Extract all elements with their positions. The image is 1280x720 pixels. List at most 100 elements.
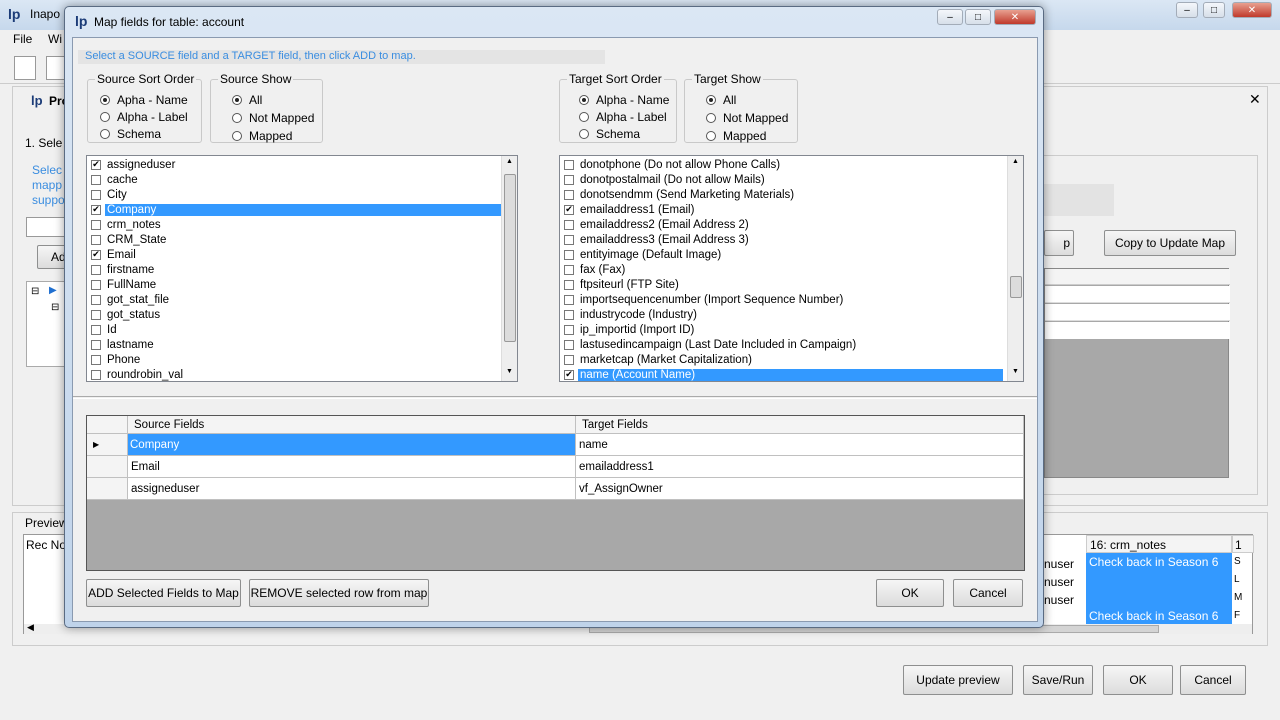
checkbox[interactable] — [564, 159, 574, 170]
source-field-item[interactable]: cache — [87, 172, 140, 187]
source-field-item[interactable]: ✔ Email — [87, 247, 138, 262]
target-field-item[interactable]: lastusedincampaign (Last Date Included i… — [560, 337, 858, 352]
close-button[interactable]: ✕ — [1232, 2, 1272, 18]
checkbox[interactable] — [91, 354, 101, 365]
map-row-source[interactable]: Company — [128, 434, 576, 456]
target-show-not-mapped[interactable]: Not Mapped — [706, 111, 788, 125]
source-field-item[interactable]: ✔ Company — [87, 202, 501, 217]
checkbox[interactable] — [564, 354, 574, 365]
row-selector-current[interactable]: ▶ — [87, 434, 128, 456]
source-field-list[interactable]: ✔ assigneduser cache City ✔ Company crm_notes C… — [86, 155, 518, 382]
target-show-all[interactable]: All — [706, 93, 736, 107]
checkbox[interactable]: ✔ — [91, 249, 101, 260]
row-selector[interactable] — [87, 478, 128, 500]
maximize-button[interactable]: □ — [1203, 2, 1225, 18]
scroll-up-icon[interactable]: ▲ — [506, 158, 513, 165]
source-field-item[interactable]: roundrobin_val — [87, 367, 185, 381]
new-document-icon[interactable] — [14, 56, 36, 80]
save-run-button[interactable]: Save/Run — [1023, 665, 1093, 695]
source-show-not-mapped[interactable]: Not Mapped — [232, 111, 314, 125]
checkbox[interactable] — [91, 339, 101, 350]
target-field-item[interactable]: ✔ name (Account Name) — [560, 367, 1003, 381]
dialog-maximize-button[interactable]: □ — [965, 9, 991, 25]
source-field-item[interactable]: Id — [87, 322, 119, 337]
target-field-item[interactable]: emailaddress3 (Email Address 3) — [560, 232, 751, 247]
checkbox[interactable] — [564, 279, 574, 290]
source-list-scrollbar[interactable]: ▲ ▼ — [501, 156, 517, 381]
target-show-mapped[interactable]: Mapped — [706, 129, 766, 143]
source-show-mapped[interactable]: Mapped — [232, 129, 292, 143]
scroll-up-icon[interactable]: ▲ — [1012, 158, 1019, 165]
tree-expand-icon[interactable]: ⊟ — [31, 286, 39, 297]
target-field-list[interactable]: donotphone (Do not allow Phone Calls) don… — [559, 155, 1024, 382]
checkbox[interactable] — [91, 174, 101, 185]
source-field-item[interactable]: CRM_State — [87, 232, 168, 247]
target-field-item[interactable]: industrycode (Industry) — [560, 307, 699, 322]
map-row-target[interactable]: vf_AssignOwner — [576, 478, 1024, 500]
scroll-thumb[interactable] — [504, 174, 516, 342]
splitter[interactable] — [73, 396, 1037, 399]
checkbox[interactable] — [564, 249, 574, 260]
checkbox[interactable] — [91, 264, 101, 275]
notes-cell[interactable] — [1086, 571, 1232, 589]
add-selected-fields-button[interactable]: ADD Selected Fields to Map — [86, 579, 241, 607]
target-field-item[interactable]: emailaddress2 (Email Address 2) — [560, 217, 751, 232]
source-sort-schema[interactable]: Schema — [100, 127, 161, 141]
map-row-source[interactable]: assigneduser — [128, 478, 576, 500]
checkbox[interactable] — [564, 294, 574, 305]
checkbox[interactable] — [564, 309, 574, 320]
source-show-all[interactable]: All — [232, 93, 262, 107]
checkbox[interactable]: ✔ — [564, 369, 574, 380]
map-row-source[interactable]: Email — [128, 456, 576, 478]
main-cancel-button[interactable]: Cancel — [1180, 665, 1246, 695]
checkbox[interactable] — [91, 369, 101, 380]
checkbox[interactable] — [564, 264, 574, 275]
row-selector[interactable] — [87, 456, 128, 478]
checkbox[interactable] — [91, 294, 101, 305]
checkbox[interactable] — [91, 189, 101, 200]
checkbox[interactable] — [564, 234, 574, 245]
dialog-ok-button[interactable]: OK — [876, 579, 944, 607]
checkbox[interactable] — [564, 189, 574, 200]
checkbox[interactable]: ✔ — [91, 159, 101, 170]
target-field-item[interactable]: entityimage (Default Image) — [560, 247, 723, 262]
update-preview-button[interactable]: Update preview — [903, 665, 1013, 695]
remove-selected-row-button[interactable]: REMOVE selected row from map — [249, 579, 429, 607]
source-field-item[interactable]: Phone — [87, 352, 142, 367]
target-sort-alpha-name[interactable]: Alpha - Name — [579, 93, 669, 107]
main-ok-button[interactable]: OK — [1103, 665, 1173, 695]
source-field-item[interactable]: FullName — [87, 277, 158, 292]
target-field-item[interactable]: fax (Fax) — [560, 262, 627, 277]
minimize-button[interactable]: – — [1176, 2, 1198, 18]
menu-window[interactable]: Wi — [48, 32, 62, 46]
target-field-item[interactable]: donotsendmm (Send Marketing Materials) — [560, 187, 796, 202]
target-sort-schema[interactable]: Schema — [579, 127, 640, 141]
dialog-close-button[interactable]: ✕ — [994, 9, 1036, 25]
notes-cell[interactable] — [1086, 589, 1232, 607]
copy-to-update-map-button[interactable]: Copy to Update Map — [1104, 230, 1236, 256]
source-field-item[interactable]: City — [87, 187, 129, 202]
checkbox[interactable] — [564, 339, 574, 350]
notes-cell[interactable]: Check back in Season 6 — [1086, 553, 1232, 571]
source-field-item[interactable]: crm_notes — [87, 217, 163, 232]
checkbox[interactable]: ✔ — [564, 204, 574, 215]
checkbox[interactable] — [91, 234, 101, 245]
source-sort-alpha-name[interactable]: Apha - Name — [100, 93, 188, 107]
scroll-down-icon[interactable]: ▼ — [506, 368, 513, 375]
checkbox[interactable] — [91, 324, 101, 335]
source-field-item[interactable]: got_status — [87, 307, 162, 322]
scroll-down-icon[interactable]: ▼ — [1012, 368, 1019, 375]
checkbox[interactable] — [564, 219, 574, 230]
scroll-thumb[interactable] — [1010, 276, 1022, 298]
source-field-item[interactable]: ✔ assigneduser — [87, 157, 177, 172]
scroll-left-icon[interactable]: ◀ — [27, 622, 34, 633]
target-sort-alpha-label[interactable]: Alpha - Label — [579, 110, 667, 124]
target-list-scrollbar[interactable]: ▲ ▼ — [1007, 156, 1023, 381]
target-field-item[interactable]: ftpsiteurl (FTP Site) — [560, 277, 681, 292]
target-field-item[interactable]: ✔ emailaddress1 (Email) — [560, 202, 696, 217]
target-field-item[interactable]: importsequencenumber (Import Sequence Nu… — [560, 292, 845, 307]
checkbox[interactable]: ✔ — [91, 204, 101, 215]
checkbox[interactable] — [91, 279, 101, 290]
checkbox[interactable] — [564, 174, 574, 185]
source-sort-alpha-label[interactable]: Alpha - Label — [100, 110, 188, 124]
